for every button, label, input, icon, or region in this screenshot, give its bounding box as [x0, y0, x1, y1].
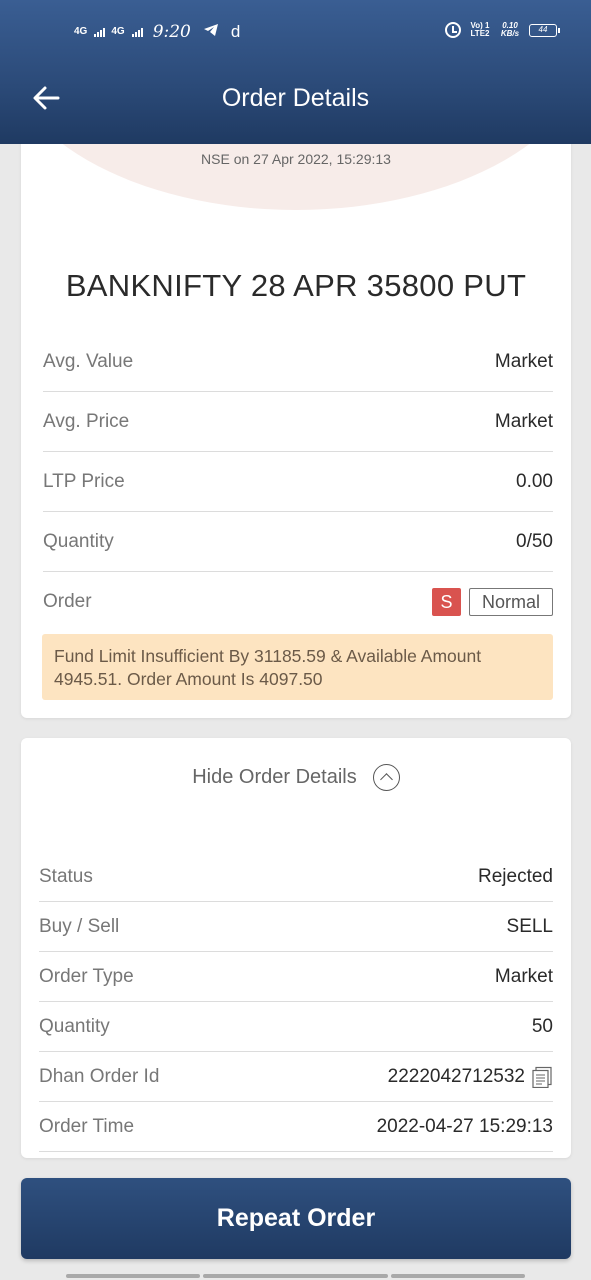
order-details-card: Hide Order Details Status Rejected Buy /… — [21, 738, 571, 1158]
status-bar: 4G 4G 9:20 d Vo) 1 LTE2 0.10 KB/s 44 — [0, 20, 591, 48]
copy-icon[interactable] — [531, 1066, 553, 1088]
row-value: 0/50 — [516, 530, 553, 552]
row-value: Market — [494, 410, 553, 432]
row-label: Dhan Order Id — [39, 1065, 160, 1087]
row-label: Avg. Value — [43, 350, 134, 372]
row-label: Order Type — [39, 965, 134, 987]
app-header: 4G 4G 9:20 d Vo) 1 LTE2 0.10 KB/s 44 Ord… — [0, 0, 591, 144]
page-title: Order Details — [221, 84, 370, 112]
row-value: 2222042712532 — [387, 1065, 525, 1087]
hide-details-toggle[interactable]: Hide Order Details — [21, 764, 571, 791]
telegram-icon — [203, 23, 219, 41]
summary-row-avg-price: Avg. Price Market — [43, 392, 553, 452]
row-label: Order — [43, 591, 92, 612]
summary-row-ltp: LTP Price 0.00 — [43, 452, 553, 512]
fund-warning-banner: Fund Limit Insufficient By 31185.59 & Av… — [42, 634, 553, 700]
order-type-tag: Normal — [468, 588, 553, 616]
details-row-order-time: Order Time 2022-04-27 15:29:13 — [39, 1102, 553, 1152]
clock: 9:20 — [152, 22, 191, 42]
details-row-order-id: Dhan Order Id 2222042712532 — [39, 1052, 553, 1102]
order-id-value: 2222042712532 — [388, 1066, 553, 1088]
alarm-icon — [445, 22, 461, 38]
row-label: Buy / Sell — [39, 915, 120, 937]
net-speed: 0.10 KB/s — [500, 21, 520, 38]
row-value: Market — [494, 965, 553, 987]
order-tags: S Normal — [431, 588, 553, 616]
details-rows: Status Rejected Buy / Sell SELL Order Ty… — [39, 852, 553, 1152]
row-label: Quantity — [39, 1015, 110, 1037]
nav-hint-bar — [203, 1274, 388, 1278]
row-value: SELL — [506, 915, 553, 937]
summary-row-order: Order S Normal — [43, 572, 553, 632]
repeat-order-button[interactable]: Repeat Order — [21, 1178, 571, 1259]
row-label: Order Time — [39, 1115, 135, 1137]
summary-row-quantity: Quantity 0/50 — [43, 512, 553, 572]
status-right: Vo) 1 LTE2 0.10 KB/s 44 — [445, 21, 560, 38]
battery-icon: 44 — [529, 23, 560, 37]
sell-tag: S — [431, 588, 461, 616]
summary-rows: Avg. Value Market Avg. Price Market LTP … — [43, 332, 553, 632]
status-left: 4G 4G 9:20 d — [74, 22, 240, 42]
network-indicator-1: 4G — [74, 26, 88, 37]
volte-indicator: Vo) 1 LTE2 — [470, 21, 490, 38]
details-row-buy-sell: Buy / Sell SELL — [39, 902, 553, 952]
signal-icon — [94, 27, 106, 37]
details-row-quantity: Quantity 50 — [39, 1002, 553, 1052]
row-label: Quantity — [43, 530, 114, 552]
summary-row-avg-value: Avg. Value Market — [43, 332, 553, 392]
row-label: LTP Price — [43, 470, 125, 492]
nav-hint-bar — [66, 1274, 200, 1278]
row-value: 2022-04-27 15:29:13 — [376, 1115, 553, 1137]
row-label: Avg. Price — [43, 410, 130, 432]
app-notification-icon: d — [230, 22, 241, 41]
nav-hint-bar — [391, 1274, 525, 1278]
toggle-label: Hide Order Details — [192, 766, 357, 788]
details-row-order-type: Order Type Market — [39, 952, 553, 1002]
signal-icon-2 — [131, 27, 143, 37]
details-row-status: Status Rejected — [39, 852, 553, 902]
exchange-timestamp: NSE on 27 Apr 2022, 15:29:13 — [201, 151, 391, 167]
order-summary-card: NSE on 27 Apr 2022, 15:29:13 BANKNIFTY 2… — [21, 120, 571, 718]
instrument-name: BANKNIFTY 28 APR 35800 PUT — [65, 268, 527, 303]
network-indicator-2: 4G — [111, 26, 125, 37]
row-label: Status — [39, 865, 93, 887]
row-value: 0.00 — [516, 470, 553, 492]
row-value: Rejected — [478, 865, 553, 887]
row-value: 50 — [531, 1015, 553, 1037]
chevron-up-icon — [372, 764, 400, 791]
row-value: Market — [494, 350, 553, 372]
